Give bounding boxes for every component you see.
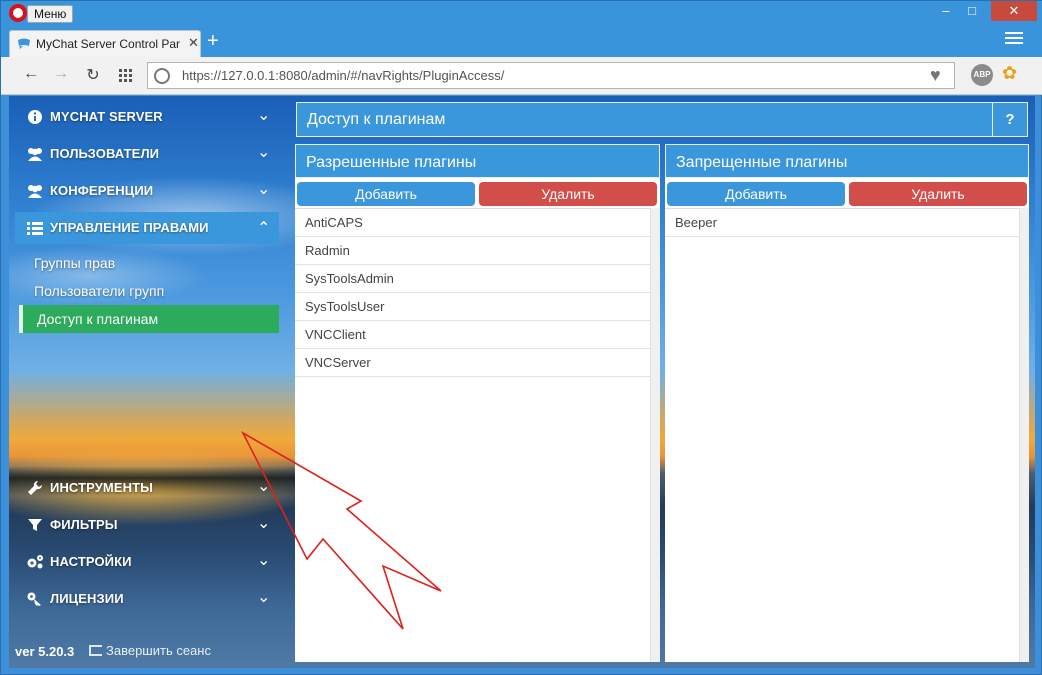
users-icon: [28, 148, 42, 161]
denied-plugins-panel: Запрещенные плагины Добавить Удалить Bee…: [665, 144, 1029, 662]
logout-link[interactable]: Завершить сеанс: [89, 643, 211, 658]
denied-delete-button[interactable]: Удалить: [849, 182, 1027, 206]
sidebar-item-filters[interactable]: ФИЛЬТРЫ ⌄: [15, 509, 279, 541]
sidebar-item-mychat-server[interactable]: MYCHAT SERVER ⌄: [15, 101, 279, 133]
chevron-down-icon: ⌄: [257, 181, 271, 198]
allowed-add-button[interactable]: Добавить: [297, 182, 475, 206]
list-item[interactable]: SysToolsUser: [295, 293, 650, 321]
allowed-delete-button[interactable]: Удалить: [479, 182, 657, 206]
tab-menu-icon[interactable]: [1005, 32, 1023, 48]
annotation-arrow: [241, 431, 442, 630]
logout-label: Завершить сеанс: [106, 643, 211, 658]
sidebar-item-licenses[interactable]: ЛИЦЕНЗИИ ⌄: [15, 583, 279, 615]
page-title: Доступ к плагинам: [307, 111, 446, 128]
help-button[interactable]: ?: [992, 103, 1027, 136]
list-item[interactable]: SysToolsAdmin: [295, 265, 650, 293]
info-icon: [28, 110, 42, 124]
tab-bar: MyChat Server Control Par ✕ +: [1, 27, 1042, 57]
browser-menu-button[interactable]: Меню: [27, 5, 74, 23]
site-info-icon[interactable]: [154, 68, 170, 84]
list-item[interactable]: VNCServer: [295, 349, 650, 377]
navigation-bar: ← → ↻ https://127.0.0.1:8080/admin/#/nav…: [1, 57, 1042, 95]
maximize-icon[interactable]: □: [959, 1, 985, 21]
sidebar-item-label: ИНСТРУМЕНТЫ: [50, 480, 153, 495]
denied-list-scrollbar[interactable]: [1019, 208, 1029, 662]
sidebar-item-label: ФИЛЬТРЫ: [50, 517, 118, 532]
browser-tab[interactable]: MyChat Server Control Par ✕: [9, 30, 201, 57]
key-icon: [27, 592, 41, 606]
chevron-up-icon: ⌃: [257, 220, 271, 237]
allowed-list-scrollbar[interactable]: [650, 208, 660, 662]
sidebar-subitem-label: Пользователи групп: [34, 283, 165, 299]
chevron-down-icon: ⌄: [257, 107, 271, 124]
sidebar-item-label: НАСТРОЙКИ: [50, 554, 132, 569]
sidebar-item-label: ЛИЦЕНЗИИ: [50, 591, 124, 606]
sidebar-item-settings[interactable]: НАСТРОЙКИ ⌄: [15, 546, 279, 578]
sidebar-item-label: УПРАВЛЕНИЕ ПРАВАМИ: [50, 220, 209, 235]
sidebar-subitem-rights-groups[interactable]: Группы прав: [27, 249, 279, 277]
sidebar-item-tools[interactable]: ИНСТРУМЕНТЫ ⌄: [15, 472, 279, 504]
denied-plugins-list: Beeper: [665, 208, 1019, 662]
users-icon: [28, 185, 42, 198]
sidebar-item-label: MYCHAT SERVER: [50, 109, 163, 124]
sidebar-item-label: ПОЛЬЗОВАТЕЛИ: [50, 146, 160, 161]
denied-add-button[interactable]: Добавить: [667, 182, 845, 206]
sidebar-item-rights-management[interactable]: УПРАВЛЕНИЕ ПРАВАМИ ⌃: [15, 212, 279, 244]
bookmark-heart-icon[interactable]: ♥: [930, 65, 941, 86]
list-item[interactable]: Radmin: [295, 237, 650, 265]
list-item[interactable]: VNCClient: [295, 321, 650, 349]
denied-plugins-title: Запрещенные плагины: [665, 144, 1029, 178]
adblock-icon[interactable]: ABP: [971, 64, 993, 86]
gears-icon: [27, 555, 43, 569]
version-label: ver 5.20.3: [15, 644, 75, 659]
forward-icon[interactable]: →: [51, 65, 71, 83]
address-bar[interactable]: https://127.0.0.1:8080/admin/#/navRights…: [147, 62, 955, 89]
denied-plugins-toolbar: Добавить Удалить: [665, 178, 1029, 208]
allowed-plugins-toolbar: Добавить Удалить: [295, 178, 660, 208]
sidebar-subitem-plugin-access[interactable]: Доступ к плагинам: [19, 305, 279, 333]
close-window-icon[interactable]: ✕: [991, 1, 1037, 21]
mychat-favicon-icon: [18, 38, 30, 49]
paw-extension-icon[interactable]: ✿: [1002, 63, 1017, 84]
sidebar-item-users[interactable]: ПОЛЬЗОВАТЕЛИ ⌄: [15, 138, 279, 170]
page-content: MYCHAT SERVER ⌄ ПОЛЬЗОВАТЕЛИ ⌄ КОНФЕРЕНЦ…: [9, 96, 1035, 668]
title-bar: Меню – □ ✕: [1, 1, 1042, 27]
list-icon: [27, 222, 43, 235]
sidebar-subitem-label: Группы прав: [34, 255, 116, 271]
sidebar-item-conferences[interactable]: КОНФЕРЕНЦИИ ⌄: [15, 175, 279, 207]
new-tab-icon[interactable]: +: [207, 30, 219, 53]
sidebar-subitem-group-users[interactable]: Пользователи групп: [27, 277, 279, 305]
back-icon[interactable]: ←: [21, 65, 41, 83]
sidebar-subitem-label: Доступ к плагинам: [37, 311, 159, 327]
url-text: https://127.0.0.1:8080/admin/#/navRights…: [182, 68, 505, 83]
speed-dial-icon[interactable]: [119, 69, 133, 83]
logout-icon: [89, 645, 102, 656]
list-item[interactable]: AntiCAPS: [295, 209, 650, 237]
list-item[interactable]: Beeper: [665, 209, 1019, 237]
page-header: Доступ к плагинам ?: [296, 102, 1028, 137]
wrench-icon: [28, 480, 43, 495]
sidebar-item-label: КОНФЕРЕНЦИИ: [50, 183, 154, 198]
browser-window: Меню – □ ✕ MyChat Server Control Par ✕ +…: [0, 0, 1042, 675]
tab-close-icon[interactable]: ✕: [188, 35, 199, 51]
chevron-down-icon: ⌄: [257, 144, 271, 161]
tab-title: MyChat Server Control Par: [36, 37, 181, 51]
reload-icon[interactable]: ↻: [83, 65, 103, 85]
allowed-plugins-title: Разрешенные плагины: [295, 144, 660, 178]
opera-logo-icon: [9, 4, 27, 22]
minimize-icon[interactable]: –: [933, 1, 959, 21]
filter-icon: [28, 519, 42, 531]
